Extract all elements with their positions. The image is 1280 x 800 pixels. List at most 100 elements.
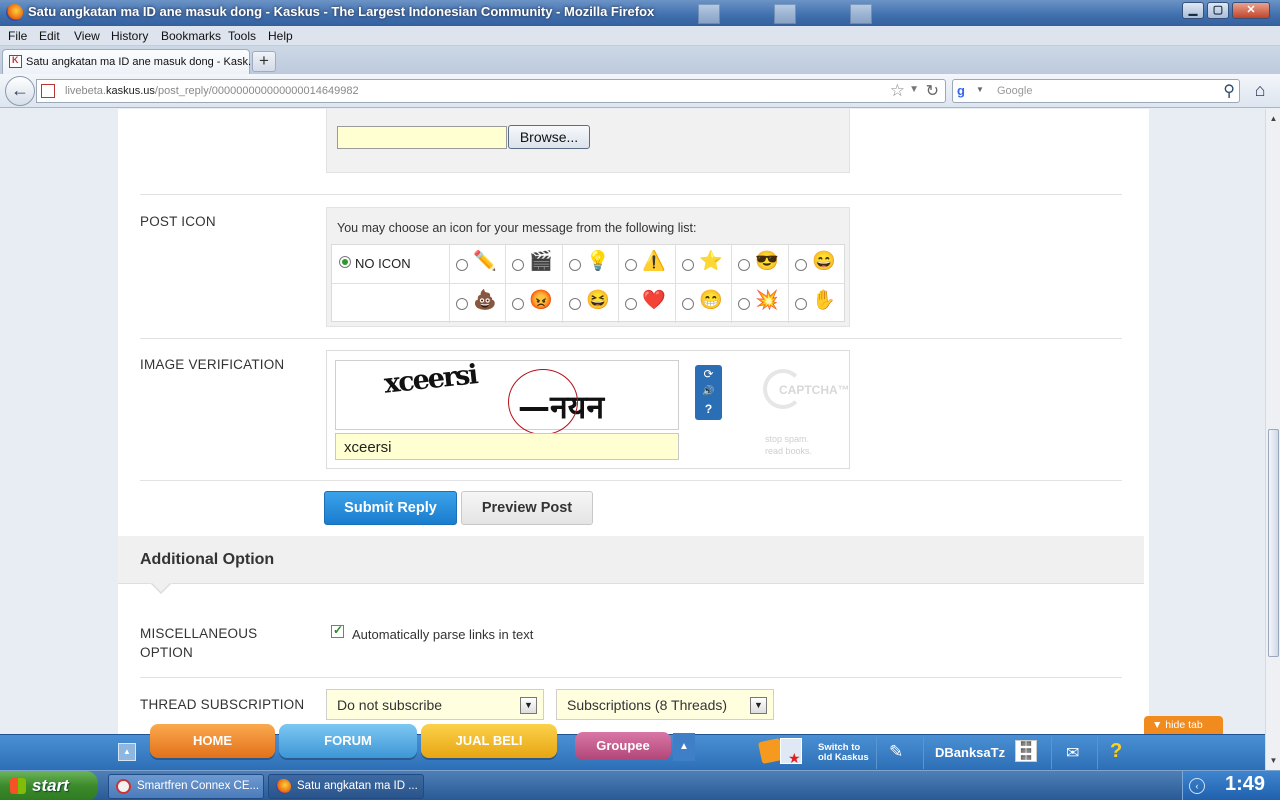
- icon-radio[interactable]: [795, 259, 807, 271]
- icon-radio[interactable]: [625, 298, 637, 310]
- menu-view[interactable]: View: [74, 29, 100, 43]
- hide-tab-button[interactable]: ▼ hide tab: [1144, 716, 1223, 734]
- groupee-tab[interactable]: Groupee: [575, 732, 671, 760]
- post-icon-option[interactable]: 😎: [732, 245, 789, 284]
- smartfren-icon: [116, 779, 131, 794]
- post-icon-option[interactable]: ❤️: [619, 284, 676, 323]
- search-placeholder: Google: [997, 85, 1033, 97]
- post-icon-option[interactable]: 😆: [563, 284, 619, 323]
- no-icon-radio[interactable]: [339, 256, 351, 268]
- switch-old-kaskus-link[interactable]: Switch to old Kaskus: [818, 743, 869, 763]
- audio-captcha-icon[interactable]: 🔊: [695, 384, 722, 400]
- toolbar-toggle-button[interactable]: ▲: [118, 743, 136, 761]
- menu-history[interactable]: History: [111, 29, 148, 43]
- post-icon-grid: NO ICON ✏️ 🎬 💡 ⚠️ ⭐ 😎 😄 💩 😡 😆 ❤️ 😁 💥 ✋: [331, 244, 845, 323]
- windows-taskbar: start Smartfren Connex CE... Satu angkat…: [0, 770, 1280, 800]
- back-button[interactable]: ←: [5, 76, 35, 106]
- subscription-mode-select[interactable]: Do not subscribe ▼: [326, 689, 544, 720]
- notes-icon[interactable]: ✎: [889, 742, 903, 762]
- help-icon[interactable]: ?: [1110, 740, 1130, 764]
- icon-radio[interactable]: [456, 298, 468, 310]
- reload-icon[interactable]: ↻: [926, 81, 939, 101]
- post-icon-option[interactable]: ✋: [789, 284, 845, 323]
- switch-old-kaskus-icon[interactable]: ★: [757, 736, 808, 768]
- taskbar-item-firefox[interactable]: Satu angkatan ma ID ...: [268, 774, 424, 799]
- post-icon-option[interactable]: 🎬: [506, 245, 563, 284]
- username-link[interactable]: DBanksaTz: [935, 745, 1005, 760]
- refresh-captcha-icon[interactable]: ⟳: [695, 366, 722, 382]
- site-identity-icon[interactable]: [41, 84, 55, 98]
- search-icon[interactable]: ⚲: [1223, 81, 1235, 101]
- minimize-button[interactable]: ▁: [1182, 2, 1204, 19]
- scroll-up-arrow[interactable]: ▲: [1267, 111, 1280, 126]
- post-icon-option[interactable]: 💩: [450, 284, 506, 323]
- taskbar-item-smartfren[interactable]: Smartfren Connex CE...: [108, 774, 264, 799]
- icon-radio[interactable]: [512, 298, 524, 310]
- browse-button[interactable]: Browse...: [508, 125, 590, 149]
- icon-radio[interactable]: [738, 298, 750, 310]
- url-bar[interactable]: livebeta.kaskus.us/post_reply/0000000000…: [36, 79, 946, 103]
- captcha-input[interactable]: xceersi: [335, 433, 679, 460]
- menu-edit[interactable]: Edit: [39, 29, 60, 43]
- post-icon-option[interactable]: 😁: [676, 284, 732, 323]
- recaptcha-logo: CAPTCHA™: [763, 369, 850, 413]
- file-path-input[interactable]: [337, 126, 507, 149]
- icon-radio[interactable]: [625, 259, 637, 271]
- bookmark-star-icon[interactable]: ☆: [890, 81, 905, 101]
- vertical-scrollbar[interactable]: ▲ ▼: [1265, 109, 1280, 770]
- menu-tools[interactable]: Tools: [228, 29, 256, 43]
- submit-reply-button[interactable]: Submit Reply: [324, 491, 457, 525]
- navigation-bar: livebeta.kaskus.us/post_reply/0000000000…: [0, 74, 1280, 108]
- maximize-button[interactable]: ▢: [1207, 2, 1229, 19]
- post-icon-option[interactable]: 💡: [563, 245, 619, 284]
- search-engine-dropdown-icon[interactable]: ▼: [976, 85, 984, 94]
- avatar[interactable]: ▦▦ ▦▦ ▦▦: [1015, 740, 1037, 762]
- search-input[interactable]: g ▼ Google ⚲: [952, 79, 1240, 103]
- mail-icon[interactable]: ✉: [1066, 743, 1079, 763]
- scroll-thumb[interactable]: [1268, 429, 1279, 657]
- parse-links-label[interactable]: Automatically parse links in text: [352, 627, 533, 642]
- post-icon-option[interactable]: ✏️: [450, 245, 506, 284]
- post-icon-option[interactable]: 💥: [732, 284, 789, 323]
- new-tab-button[interactable]: +: [252, 51, 276, 72]
- icon-radio[interactable]: [569, 259, 581, 271]
- menu-help[interactable]: Help: [268, 29, 293, 43]
- url-dropdown-icon[interactable]: ▼: [909, 84, 919, 95]
- post-icon-option[interactable]: ⚠️: [619, 245, 676, 284]
- icon-radio[interactable]: [569, 298, 581, 310]
- post-icon-option[interactable]: 😡: [506, 284, 563, 323]
- subscriptions-folder-select[interactable]: Subscriptions (8 Threads) ▼: [556, 689, 774, 720]
- icon-radio[interactable]: [795, 298, 807, 310]
- tab-active[interactable]: Satu angkatan ma ID ane masuk dong - Kas…: [2, 49, 257, 74]
- post-icon-option[interactable]: ⭐: [676, 245, 732, 284]
- post-icon-hint: You may choose an icon for your message …: [337, 221, 697, 235]
- scroll-down-arrow[interactable]: ▼: [1267, 753, 1280, 768]
- windows-flag-icon: [10, 778, 26, 794]
- jual-beli-tab[interactable]: JUAL BELI: [421, 724, 557, 758]
- header-pointer: [150, 582, 172, 595]
- groupee-expand-button[interactable]: ▲: [673, 733, 695, 761]
- show-hidden-icons-icon[interactable]: ‹: [1189, 778, 1205, 794]
- icon-radio[interactable]: [682, 259, 694, 271]
- captcha-help-icon[interactable]: ?: [695, 401, 722, 417]
- clock[interactable]: 1:49: [1225, 773, 1265, 796]
- icon-radio[interactable]: [738, 259, 750, 271]
- post-icon-option[interactable]: 😄: [789, 245, 845, 284]
- icon-radio[interactable]: [682, 298, 694, 310]
- additional-option-header[interactable]: Additional Option: [118, 536, 1144, 584]
- parse-links-checkbox[interactable]: [331, 623, 344, 638]
- icon-radio[interactable]: [456, 259, 468, 271]
- home-tab[interactable]: HOME: [150, 724, 275, 758]
- menu-file[interactable]: File: [8, 29, 27, 43]
- close-window-button[interactable]: ✕: [1232, 2, 1270, 19]
- home-icon[interactable]: ⌂: [1248, 80, 1272, 102]
- desktop-file-icon: [850, 4, 872, 24]
- icon-radio[interactable]: [512, 259, 524, 271]
- preview-post-button[interactable]: Preview Post: [461, 491, 593, 525]
- google-engine-icon[interactable]: g: [957, 83, 973, 99]
- menu-bookmarks[interactable]: Bookmarks: [161, 29, 221, 43]
- annotation-circle: [508, 369, 578, 435]
- start-button[interactable]: start: [0, 771, 98, 800]
- post-icon-option-none[interactable]: NO ICON: [332, 245, 450, 284]
- forum-tab[interactable]: FORUM: [279, 724, 417, 758]
